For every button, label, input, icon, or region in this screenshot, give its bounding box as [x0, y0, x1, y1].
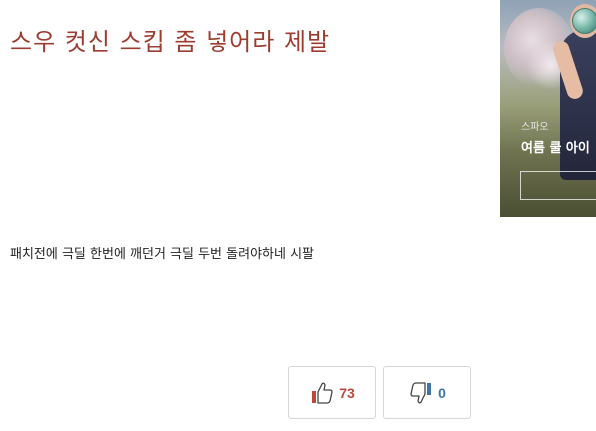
- post-title: 스우 컷신 스킵 좀 넣어라 제발: [10, 28, 331, 56]
- downvote-button[interactable]: 0: [383, 366, 471, 419]
- thumbs-down-icon: [410, 381, 432, 403]
- ad-brand: 스파오: [521, 122, 549, 133]
- downvote-count: 0: [438, 384, 446, 401]
- thumbs-up-icon: [312, 382, 333, 404]
- ad-cta-button[interactable]: [520, 171, 596, 200]
- post-page: 스우 컷신 스킵 좀 넣어라 제발 스파오 여름 쿨 아이 패치전에 극딜 한번…: [0, 0, 596, 431]
- ad-ball: [572, 8, 596, 34]
- post-body: 패치전에 극딜 한번에 깨던거 극딜 두번 돌려야하네 시팔: [10, 247, 315, 262]
- ad-tagline: 여름 쿨 아이: [521, 141, 590, 156]
- upvote-count: 73: [339, 384, 355, 401]
- ad-banner[interactable]: 스파오 여름 쿨 아이: [500, 0, 596, 217]
- upvote-button[interactable]: 73: [288, 366, 376, 419]
